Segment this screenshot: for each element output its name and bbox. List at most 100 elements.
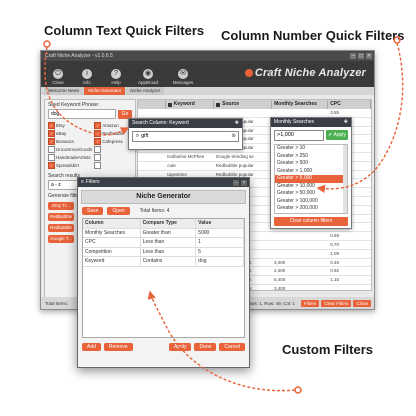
column-search-header[interactable]: Search Column: Keyword ✥ xyxy=(129,119,242,128)
filters-button[interactable]: Filters xyxy=(300,299,320,307)
checked-box-icon[interactable]: ✓ xyxy=(48,162,55,169)
number-filter-input[interactable]: >1,000 xyxy=(274,130,324,141)
filter-row[interactable]: Competition Less than 5 xyxy=(83,247,244,257)
filter-value-cell[interactable]: 5 xyxy=(196,247,244,256)
toolbar-help-button[interactable]: ? Help xyxy=(105,69,127,87)
toolbar-close-label: Close xyxy=(52,80,64,85)
toolbar-info-button[interactable]: i Info xyxy=(76,69,98,87)
number-filter-option[interactable]: Greater > 50,000 xyxy=(275,190,347,198)
add-button[interactable]: Add xyxy=(82,343,101,351)
apply-button[interactable]: Apply xyxy=(168,343,192,351)
source-checkbox[interactable]: ✓ eBay xyxy=(48,130,92,137)
seed-keyword-input[interactable]: dog xyxy=(48,109,116,119)
maximize-icon[interactable]: □ xyxy=(358,53,364,59)
unchecked-box-icon[interactable] xyxy=(94,162,102,169)
number-filter-option[interactable]: Greater > 250 xyxy=(275,153,347,161)
searches-cell: 5,400 xyxy=(273,277,286,283)
clear-filters-button[interactable]: Clear Filters xyxy=(321,299,352,307)
number-filter-option[interactable]: Greater > 200,000 xyxy=(275,205,347,213)
source-checkbox[interactable]: ✓ Redbubble xyxy=(94,130,132,137)
filters-dialog-icon: ≡ xyxy=(81,179,84,185)
close-icon[interactable]: × xyxy=(241,179,247,186)
keyword-column-header[interactable]: Keyword xyxy=(166,100,215,109)
checked-box-icon[interactable]: ✓ xyxy=(48,122,55,129)
tab-niche-analyzer[interactable]: Niche Analyzer xyxy=(126,87,165,95)
filter-value-cell[interactable]: dog xyxy=(196,257,244,266)
source-checkbox[interactable]: UncommonGoods xyxy=(48,146,92,153)
source-checkbox[interactable]: ✓ Spreadshirt xyxy=(48,162,92,169)
number-filter-option[interactable]: Greater > 500 xyxy=(275,160,347,168)
unchecked-box-icon[interactable] xyxy=(48,154,55,161)
gen-button-etsy[interactable]: Etsy Tr... xyxy=(48,202,74,210)
source-checkbox[interactable] xyxy=(94,162,132,169)
cancel-button[interactable]: Cancel xyxy=(219,343,245,351)
source-checkbox[interactable] xyxy=(94,146,132,153)
toolbar-close-button[interactable]: ⏻ Close xyxy=(47,69,69,87)
checked-box-icon[interactable]: ✓ xyxy=(94,122,102,129)
gen-button-redbubble-2[interactable]: Redbubble xyxy=(48,224,74,232)
checked-box-icon[interactable]: ✓ xyxy=(48,130,55,137)
filter-column-cell[interactable]: Competition xyxy=(83,247,141,256)
select-column-header[interactable] xyxy=(138,100,166,109)
filter-column-cell[interactable]: CPC xyxy=(83,238,141,247)
toolbar-messages-button[interactable]: ✉ Messages xyxy=(169,69,197,87)
done-button[interactable]: Done xyxy=(194,343,217,351)
unchecked-box-icon[interactable] xyxy=(94,146,102,153)
source-checkbox[interactable]: ✓ Amazon xyxy=(94,122,132,129)
number-filter-option[interactable]: Greater > 10,000 xyxy=(275,183,347,191)
unchecked-box-icon[interactable] xyxy=(48,146,55,153)
source-checkbox[interactable]: HandmadeArtists xyxy=(48,154,92,161)
filters-dialog-titlebar[interactable]: ≡ Filters – × xyxy=(78,178,249,187)
filter-column-cell[interactable]: Monthly Searches xyxy=(83,228,141,237)
keyword-cell: cute xyxy=(167,162,176,168)
filter-value-cell[interactable]: 1 xyxy=(196,238,244,247)
open-button[interactable]: Open xyxy=(107,207,130,215)
minimize-icon[interactable]: – xyxy=(350,53,356,59)
filter-compare-cell[interactable]: Less than xyxy=(141,238,197,247)
number-filter-option[interactable]: Greater > 1,000 xyxy=(275,168,347,176)
source-column-header[interactable]: Source xyxy=(214,100,273,109)
checked-box-icon[interactable]: ✓ xyxy=(48,138,55,145)
filter-compare-cell[interactable]: Greater than xyxy=(141,228,197,237)
source-checkbox[interactable]: ✓ Etsy xyxy=(48,122,92,129)
checked-box-icon[interactable]: ✓ xyxy=(94,130,102,137)
move-icon[interactable]: ✥ xyxy=(235,119,242,128)
close-button[interactable]: Close xyxy=(353,299,371,307)
move-icon[interactable]: ✥ xyxy=(344,118,351,127)
toolbar-appbroad-button[interactable]: ◉ AppBroad xyxy=(134,69,162,87)
gen-button-google[interactable]: Google T... xyxy=(48,235,74,243)
close-window-icon[interactable]: × xyxy=(366,53,372,59)
monthly-searches-column-header[interactable]: Monthly Searches xyxy=(272,100,329,109)
column-search-input[interactable]: ⌕ gift ⊗ xyxy=(132,131,239,142)
unchecked-box-icon[interactable] xyxy=(94,154,102,161)
brand-logo: Craft Niche Analyzer xyxy=(244,67,366,79)
filter-value-cell[interactable]: 5000 xyxy=(196,228,244,237)
number-filter-option[interactable]: Greater > 5,000 xyxy=(275,175,347,183)
cpc-column-header[interactable]: CPC xyxy=(328,100,371,109)
source-checkbox[interactable]: ✓ Bonanza xyxy=(48,138,92,145)
minimize-icon[interactable]: – xyxy=(233,179,239,186)
options-scrollbar[interactable] xyxy=(343,145,347,213)
checked-box-icon[interactable]: ✓ xyxy=(94,138,102,145)
clear-column-filters-button[interactable]: Clear column filters xyxy=(274,217,348,226)
filter-row[interactable]: Keyword Contains dog xyxy=(83,257,244,267)
gen-button-redbubble-1[interactable]: RedBubble xyxy=(48,213,74,221)
save-button[interactable]: Save xyxy=(82,207,104,215)
tab-niche-generator[interactable]: Niche Generator xyxy=(84,87,126,95)
clear-icon[interactable]: ⊗ xyxy=(231,132,238,141)
tab-welcome-news[interactable]: Welcome News xyxy=(44,87,84,95)
source-checkbox[interactable] xyxy=(94,154,132,161)
number-filter-option[interactable]: Greater > 10 xyxy=(275,145,347,153)
filter-row[interactable]: CPC Less than 1 xyxy=(83,238,244,248)
toolbar-messages-label: Messages xyxy=(172,80,194,85)
filter-column-cell[interactable]: Keyword xyxy=(83,257,141,266)
filter-row[interactable]: Monthly Searches Greater than 5000 xyxy=(83,228,244,238)
apply-number-filter-button[interactable]: ✔ Apply xyxy=(326,130,348,140)
cpc-cell: 1.09 xyxy=(330,250,340,256)
filter-compare-cell[interactable]: Less than xyxy=(141,247,197,256)
filter-compare-cell[interactable]: Contains xyxy=(141,257,197,266)
number-filter-header[interactable]: Monthly Searches ✥ xyxy=(271,118,351,127)
remove-button[interactable]: Remove xyxy=(103,343,133,351)
source-checkbox[interactable]: ✓ Cafepress xyxy=(94,138,132,145)
number-filter-option[interactable]: Greater > 100,000 xyxy=(275,198,347,206)
